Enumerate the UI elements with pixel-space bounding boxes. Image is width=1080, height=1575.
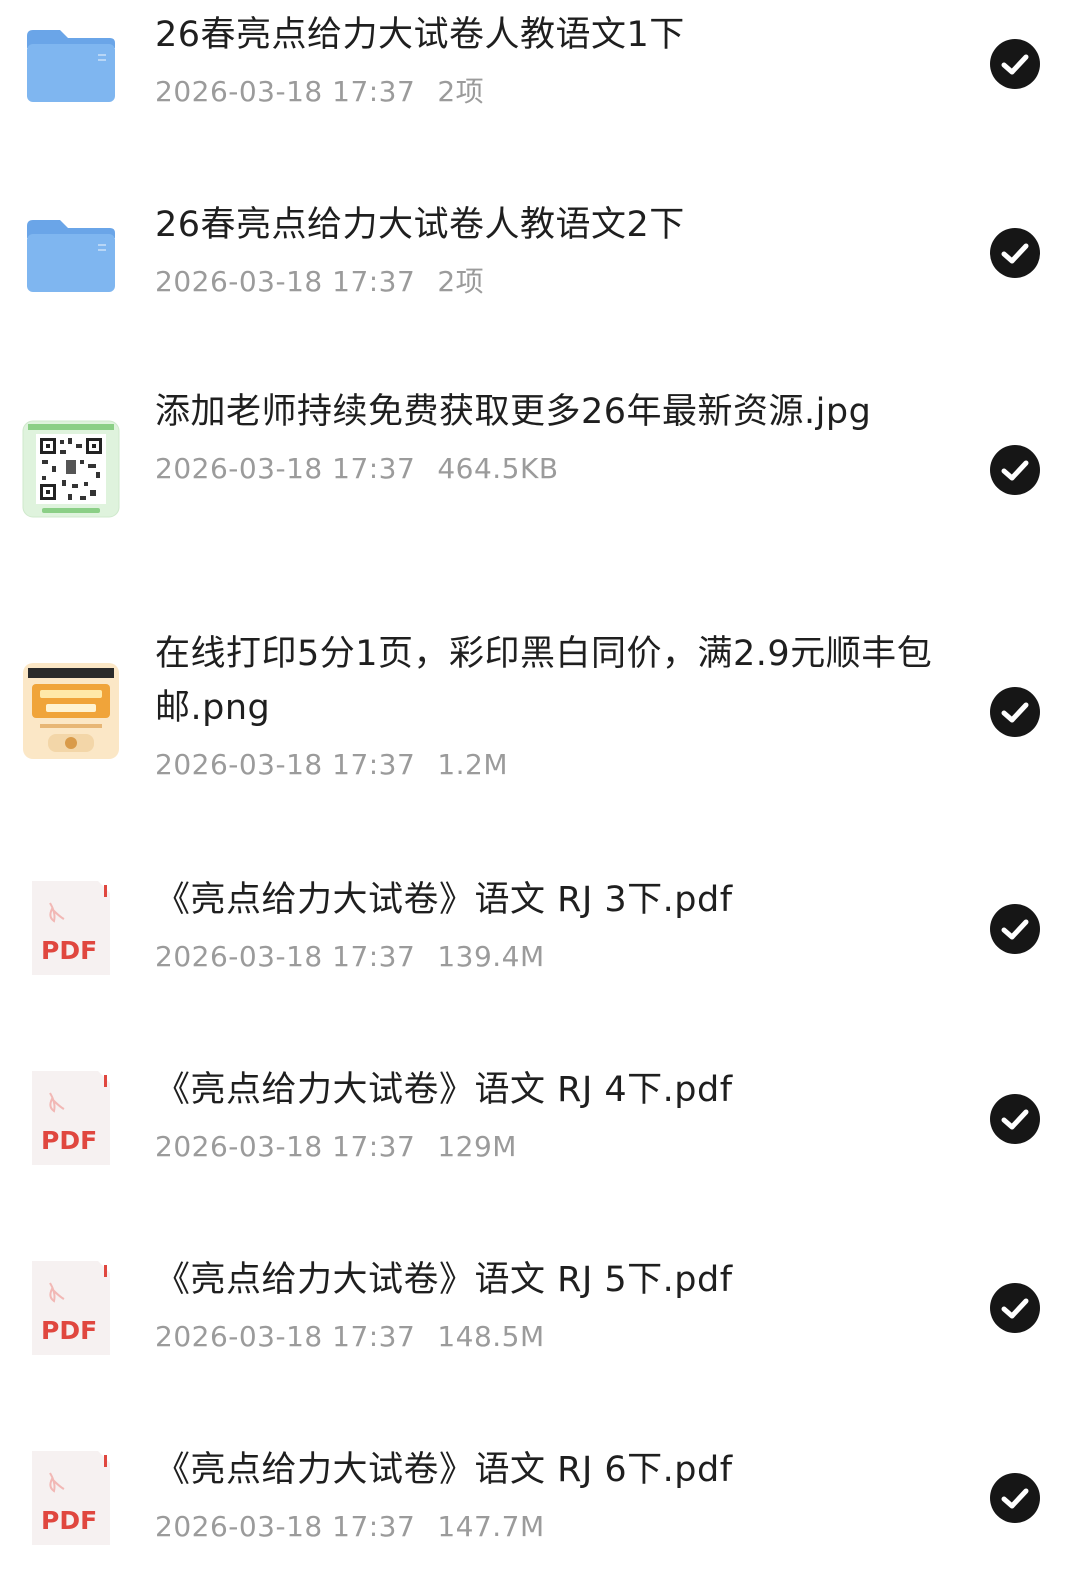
- selected-check-icon[interactable]: [990, 687, 1040, 737]
- file-name: 《亮点给力大试卷》语文 RJ 4下.pdf: [155, 1070, 733, 1110]
- file-meta: 2026-03-18 17:37 139.4M: [155, 937, 935, 977]
- file-date: 2026-03-18 17:37: [155, 265, 416, 298]
- folder-icon: [22, 204, 120, 302]
- file-meta: 2026-03-18 17:37 2项: [155, 72, 935, 112]
- file-name: 26春亮点给力大试卷人教语文1下: [155, 15, 685, 55]
- file-list: 26春亮点给力大试卷人教语文1下 2026-03-18 17:37 2项 26春亮…: [0, 0, 1080, 1575]
- pdf-icon: PDF: [22, 1259, 120, 1357]
- list-item[interactable]: 添加老师持续免费获取更多26年最新资源.jpg 2026-03-18 17:37…: [0, 380, 1080, 590]
- file-date: 2026-03-18 17:37: [155, 75, 416, 108]
- pdf-badge: PDF: [41, 936, 97, 965]
- file-size: 147.7M: [437, 1510, 545, 1543]
- selected-check-icon[interactable]: [990, 445, 1040, 495]
- selected-check-icon[interactable]: [990, 39, 1040, 89]
- file-date: 2026-03-18 17:37: [155, 1320, 416, 1353]
- file-size: 1.2M: [437, 748, 509, 781]
- list-item[interactable]: PDF 《亮点给力大试卷》语文 RJ 6下.pdf 2026-03-18 17:…: [0, 1435, 1080, 1575]
- list-item[interactable]: PDF 《亮点给力大试卷》语文 RJ 4下.pdf 2026-03-18 17:…: [0, 1055, 1080, 1235]
- pdf-badge: PDF: [41, 1126, 97, 1155]
- file-name: 26春亮点给力大试卷人教语文2下: [155, 205, 685, 245]
- selected-check-icon[interactable]: [990, 1473, 1040, 1523]
- file-name: 添加老师持续免费获取更多26年最新资源.jpg: [155, 392, 872, 432]
- qr-image-thumbnail: [22, 420, 120, 518]
- list-item[interactable]: PDF 《亮点给力大试卷》语文 RJ 5下.pdf 2026-03-18 17:…: [0, 1245, 1080, 1425]
- folder-icon: [22, 14, 120, 112]
- selected-check-icon[interactable]: [990, 1094, 1040, 1144]
- file-date: 2026-03-18 17:37: [155, 452, 416, 485]
- pdf-badge: PDF: [41, 1506, 97, 1535]
- file-name: 《亮点给力大试卷》语文 RJ 3下.pdf: [155, 880, 733, 920]
- file-meta: 2026-03-18 17:37 2项: [155, 262, 935, 302]
- file-size: 148.5M: [437, 1320, 545, 1353]
- selected-check-icon[interactable]: [990, 228, 1040, 278]
- list-item[interactable]: 26春亮点给力大试卷人教语文1下 2026-03-18 17:37 2项: [0, 0, 1080, 180]
- file-date: 2026-03-18 17:37: [155, 1510, 416, 1543]
- file-name: 在线打印5分1页，彩印黑白同价，满2.9元顺丰包邮.png: [155, 634, 933, 728]
- selected-check-icon[interactable]: [990, 904, 1040, 954]
- pdf-icon: PDF: [22, 1069, 120, 1167]
- file-meta: 2026-03-18 17:37 1.2M: [155, 745, 935, 785]
- file-meta: 2026-03-18 17:37 148.5M: [155, 1317, 935, 1357]
- file-name: 《亮点给力大试卷》语文 RJ 5下.pdf: [155, 1260, 733, 1300]
- pdf-icon: PDF: [22, 1449, 120, 1547]
- file-date: 2026-03-18 17:37: [155, 1130, 416, 1163]
- list-item[interactable]: 26春亮点给力大试卷人教语文2下 2026-03-18 17:37 2项: [0, 190, 1080, 370]
- file-date: 2026-03-18 17:37: [155, 940, 416, 973]
- list-item[interactable]: 在线打印5分1页，彩印黑白同价，满2.9元顺丰包邮.png 2026-03-18…: [0, 622, 1080, 832]
- file-size: 129M: [437, 1130, 517, 1163]
- pdf-badge: PDF: [41, 1316, 97, 1345]
- file-size: 2项: [437, 265, 485, 298]
- selected-check-icon[interactable]: [990, 1283, 1040, 1333]
- file-meta: 2026-03-18 17:37 147.7M: [155, 1507, 935, 1547]
- list-item[interactable]: PDF 《亮点给力大试卷》语文 RJ 3下.pdf 2026-03-18 17:…: [0, 865, 1080, 1045]
- promo-image-thumbnail: [22, 662, 120, 760]
- file-date: 2026-03-18 17:37: [155, 748, 416, 781]
- pdf-icon: PDF: [22, 879, 120, 977]
- file-name: 《亮点给力大试卷》语文 RJ 6下.pdf: [155, 1450, 733, 1490]
- file-size: 139.4M: [437, 940, 545, 973]
- file-size: 2项: [437, 75, 485, 108]
- file-meta: 2026-03-18 17:37 129M: [155, 1127, 935, 1167]
- file-size: 464.5KB: [437, 452, 559, 485]
- file-meta: 2026-03-18 17:37 464.5KB: [155, 449, 935, 489]
